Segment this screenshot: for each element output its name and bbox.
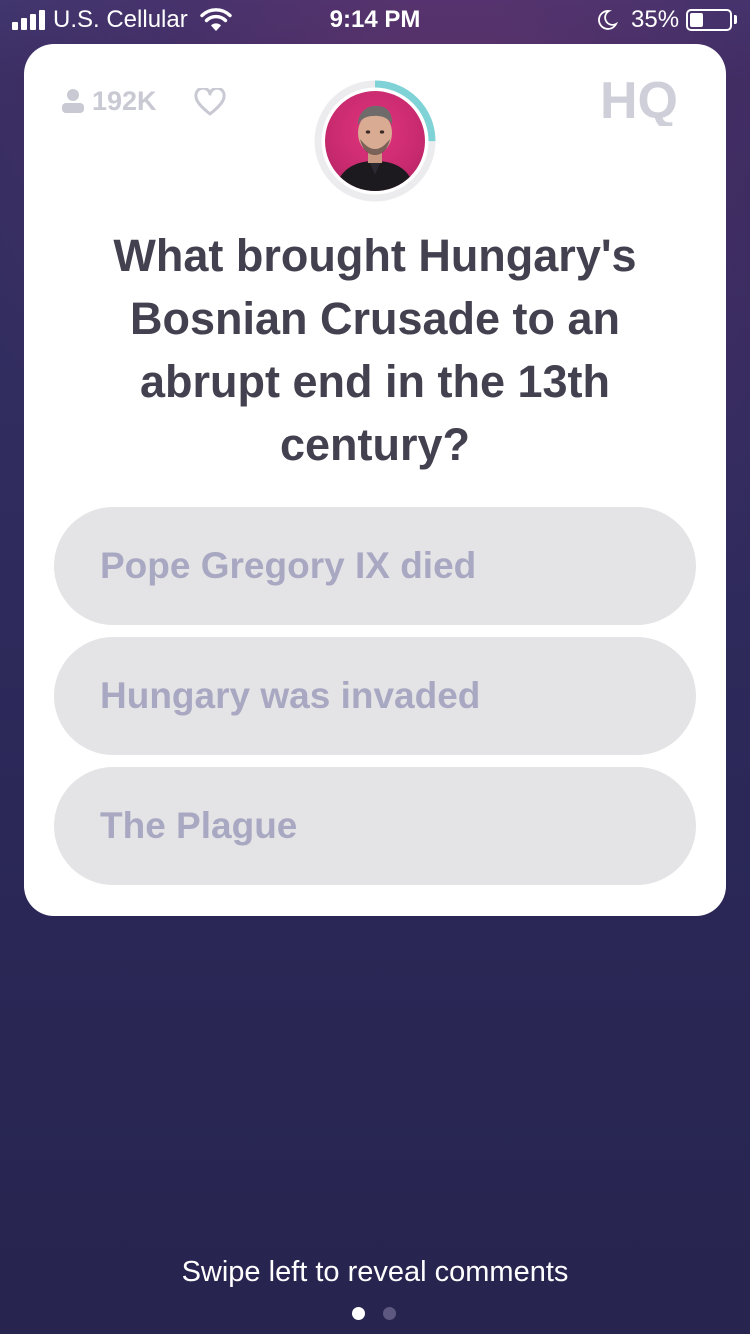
- host-avatar-timer: [314, 80, 436, 202]
- question-text: What brought Hungary's Bosnian Crusade t…: [113, 230, 637, 470]
- svg-text:HQ: HQ: [600, 74, 678, 126]
- answer-option-2[interactable]: Hungary was invaded: [54, 637, 696, 755]
- question-card: 192K HQ What brought Hungary's Bosnian C…: [24, 44, 726, 916]
- battery-percent: 35%: [631, 6, 680, 33]
- page-dot: [383, 1307, 396, 1320]
- page-indicator[interactable]: [352, 1307, 400, 1321]
- hq-logo-icon: HQ: [600, 74, 678, 126]
- swipe-hint: Swipe left to reveal comments: [181, 1256, 569, 1288]
- answer-option-1[interactable]: Pope Gregory IX died: [54, 507, 696, 625]
- battery-tip: [734, 15, 737, 24]
- heart-icon[interactable]: [194, 88, 226, 116]
- viewer-count-text: 192K: [92, 86, 157, 116]
- page-dot-active: [352, 1307, 365, 1320]
- answer-option-3[interactable]: The Plague: [54, 767, 696, 885]
- battery-icon: [686, 9, 732, 31]
- user-icon: [62, 89, 84, 113]
- status-bar: U.S. Cellular 9:14 PM 35%: [0, 0, 750, 40]
- moon-icon: [598, 10, 618, 30]
- host-avatar: [325, 91, 425, 191]
- host-portrait: [335, 105, 415, 191]
